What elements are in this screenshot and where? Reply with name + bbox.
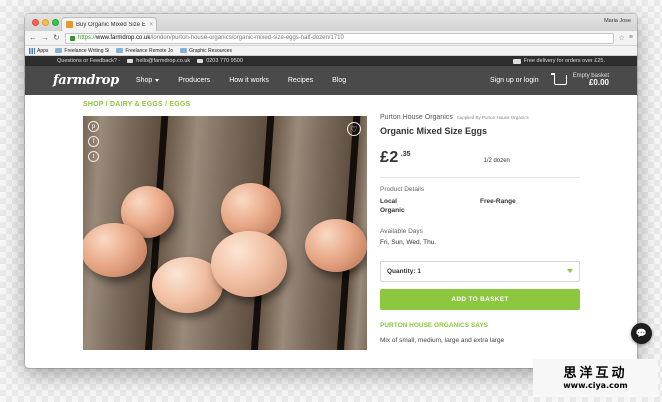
folder-icon [116, 48, 124, 53]
chat-icon[interactable]: 💬 [631, 323, 652, 344]
folder-icon [55, 48, 63, 53]
available-days-label: Available Days [380, 227, 423, 235]
chevron-down-icon [567, 269, 573, 274]
basket-total: £0.00 [588, 78, 609, 88]
close-window-button[interactable] [32, 19, 39, 26]
utility-bar: Questions or Feedback? - hello@farmdrop.… [25, 56, 637, 66]
watermark-url: www.ciya.com [563, 381, 628, 390]
nav-shop[interactable]: Shop [135, 77, 160, 84]
phone-text: 0203 770 9500 [206, 58, 243, 64]
egg [211, 231, 287, 297]
bookmark-freelance-writing[interactable]: Freelance Writing Si [55, 48, 109, 54]
facebook-icon[interactable]: f [88, 136, 99, 147]
phone-icon [197, 59, 204, 63]
supplied-by-text: Supplied By Purton House Organics [456, 115, 529, 120]
maximize-window-button[interactable] [52, 19, 59, 26]
quantity-select[interactable]: Quantity: 1 [380, 260, 580, 282]
price-pence: .35 [400, 151, 411, 158]
egg [83, 223, 147, 277]
divider [380, 177, 580, 178]
producer-says-heading: PURTON HOUSE ORGANICS SAYS [380, 321, 488, 329]
price-row: £2 .35 1/2 dozen [380, 150, 580, 166]
email-link[interactable]: hello@farmdrop.co.uk [127, 58, 190, 64]
url-scheme: https:// [78, 35, 97, 41]
bookmark-label: Freelance Remote Jo [125, 47, 174, 54]
product-title: Organic Mixed Size Eggs [380, 126, 488, 136]
bookmark-label: Apps [37, 47, 49, 54]
detail-free-range: Free-Range [480, 198, 516, 205]
product-details: Purton House Organics Supplied By Purton… [380, 114, 580, 344]
login-link[interactable]: Sign up or login [490, 77, 539, 84]
twitter-icon[interactable]: t [88, 151, 99, 162]
delivery-info: Free delivery for orders over £25. [512, 58, 605, 64]
detail-local: Local [380, 198, 397, 205]
phone-link[interactable]: 0203 770 9500 [197, 58, 243, 64]
basket-icon [550, 73, 567, 86]
bookmark-label: Freelance Writing Si [64, 47, 110, 54]
minimize-window-button[interactable] [42, 19, 49, 26]
feedback-text: Questions or Feedback? - [57, 58, 121, 64]
available-days: Fri, Sun, Wed, Thu. [380, 238, 437, 246]
price-pounds: £2 [380, 149, 399, 166]
quantity-value: Quantity: 1 [387, 267, 421, 275]
tab-close-icon[interactable]: × [149, 22, 156, 28]
nav-recipes[interactable]: Recipes [288, 77, 313, 84]
product-page: SHOP / DAIRY & EGGS / EGGS p f t ♡ Purto… [25, 95, 637, 350]
bookmark-label: Graphic Resources [189, 47, 232, 54]
bookmarks-bar: Apps Freelance Writing Si Freelance Remo… [25, 46, 637, 56]
watermark-text: 思洋互动 [563, 366, 628, 381]
pinterest-icon[interactable]: p [88, 121, 99, 132]
main-nav: farmdrop Shop Producers How it works Rec… [25, 66, 637, 95]
farmdrop-logo[interactable]: farmdrop [53, 73, 119, 88]
detail-organic: Organic [380, 207, 405, 215]
heart-icon[interactable]: ♡ [347, 122, 361, 136]
watermark: 思洋互动 www.ciya.com [533, 359, 658, 397]
browser-titlebar: Buy Organic Mixed Size Eggs × Maria Jose [25, 14, 637, 31]
producer-link[interactable]: Purton House Organics [380, 114, 453, 121]
browser-tab[interactable]: Buy Organic Mixed Size Eggs × [61, 17, 157, 31]
bookmark-freelance-remote[interactable]: Freelance Remote Jo [116, 48, 173, 54]
nav-blog[interactable]: Blog [332, 77, 346, 84]
apps-icon [29, 47, 35, 54]
nav-producers[interactable]: Producers [178, 77, 210, 84]
pack-size: 1/2 dozen [483, 158, 510, 164]
bookmark-star-icon[interactable]: ☆ [619, 34, 625, 42]
url-host: www.farmdrop.co.uk [96, 35, 151, 41]
browser-window: Buy Organic Mixed Size Eggs × Maria Jose… [25, 14, 637, 368]
browser-menu-icon[interactable]: ≡ [629, 34, 633, 42]
product-description: Mix of small, medium, large and extra la… [380, 336, 505, 344]
product-details-label: Product Details [380, 186, 425, 193]
bookmark-apps[interactable]: Apps [29, 47, 49, 54]
mail-icon [127, 59, 134, 63]
lock-icon [70, 35, 75, 41]
tab-title: Buy Organic Mixed Size Eggs [76, 21, 146, 28]
chevron-down-icon [155, 79, 160, 82]
url-field[interactable]: https://www.farmdrop.co.uk/london/purton… [65, 32, 614, 44]
basket-button[interactable]: Empty basket £0.00 [550, 73, 609, 88]
truck-icon [512, 58, 521, 64]
add-to-basket-button[interactable]: ADD TO BASKET [380, 288, 580, 310]
breadcrumb[interactable]: SHOP / DAIRY & EGGS / EGGS [83, 101, 190, 108]
back-icon[interactable]: ← [29, 34, 37, 42]
nav-how-it-works[interactable]: How it works [229, 77, 269, 84]
browser-user[interactable]: Maria Jose [604, 18, 631, 24]
bookmark-graphic-resources[interactable]: Graphic Resources [180, 48, 232, 54]
email-text: hello@farmdrop.co.uk [136, 58, 191, 64]
delivery-text: Free delivery for orders over £25. [523, 58, 605, 64]
reload-icon[interactable]: ↻ [53, 34, 60, 42]
product-image: p f t ♡ [83, 116, 367, 350]
nav-shop-label: Shop [135, 77, 153, 84]
folder-icon [180, 48, 188, 53]
favicon-icon [66, 21, 73, 28]
url-path: /london/purton-house-organics/organic-mi… [150, 35, 344, 41]
egg [305, 219, 367, 272]
forward-icon[interactable]: → [41, 34, 49, 42]
address-bar: ← → ↻ https://www.farmdrop.co.uk/london/… [25, 31, 637, 46]
